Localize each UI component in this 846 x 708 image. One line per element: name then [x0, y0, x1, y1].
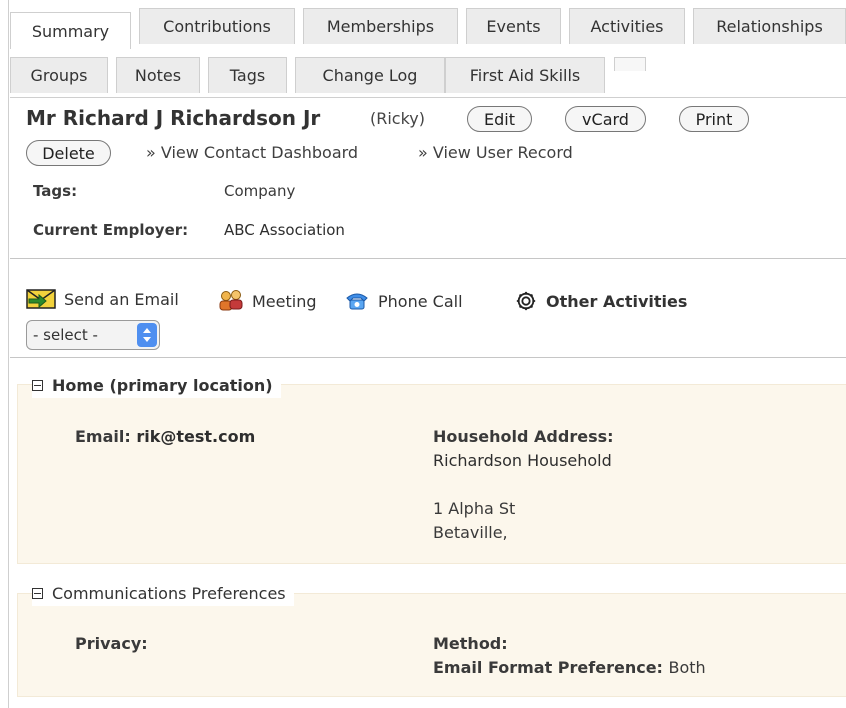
tabs-baseline	[10, 97, 846, 98]
home-location-panel	[17, 384, 846, 564]
contact-nickname: (Ricky)	[370, 109, 426, 128]
send-email-action[interactable]: Send an Email	[26, 288, 179, 310]
people-icon	[219, 290, 243, 311]
email-label: Email: rik@test.com	[75, 427, 256, 446]
email-format-label: Email Format Preference: Both	[433, 658, 706, 677]
current-employer-label: Current Employer:	[33, 221, 189, 239]
view-contact-dashboard-link[interactable]: » View Contact Dashboard	[146, 143, 358, 162]
phone-call-label: Phone Call	[378, 291, 463, 311]
contact-name: Mr Richard J Richardson Jr	[26, 106, 321, 130]
home-location-title: Home (primary location)	[52, 375, 273, 395]
activity-type-select[interactable]: - select -	[26, 320, 160, 350]
privacy-label: Privacy:	[75, 634, 148, 653]
meeting-action[interactable]: Meeting	[218, 290, 317, 312]
delete-button[interactable]: Delete	[26, 140, 111, 166]
gear-icon	[516, 291, 536, 311]
home-location-legend[interactable]: Home (primary location)	[32, 372, 281, 398]
view-user-record-link[interactable]: » View User Record	[418, 143, 573, 162]
send-email-label: Send an Email	[64, 289, 179, 309]
tab-empty[interactable]	[614, 57, 646, 71]
tab-summary[interactable]: Summary	[10, 12, 131, 49]
street-address: 1 Alpha St	[433, 499, 516, 518]
telephone-icon	[346, 293, 368, 310]
current-employer-link[interactable]: ABC Association	[224, 221, 345, 239]
print-button[interactable]: Print	[679, 106, 749, 132]
select-stepper-icon	[137, 323, 157, 347]
other-activities-label: Other Activities	[546, 291, 688, 311]
tab-memberships[interactable]: Memberships	[303, 8, 458, 44]
phone-call-action[interactable]: Phone Call	[344, 290, 463, 312]
edit-button[interactable]: Edit	[467, 106, 532, 132]
tags-label: Tags:	[33, 182, 78, 200]
tags-value: Company	[224, 182, 296, 200]
divider-top	[10, 258, 846, 259]
collapse-icon[interactable]	[32, 379, 43, 391]
tab-notes[interactable]: Notes	[116, 57, 200, 93]
communications-title: Communications Preferences	[52, 583, 286, 603]
tab-change-log[interactable]: Change Log	[295, 57, 445, 93]
email-format-value: Both	[668, 658, 706, 677]
communications-legend[interactable]: Communications Preferences	[32, 580, 294, 606]
tab-relationships[interactable]: Relationships	[693, 8, 846, 44]
other-activities-action[interactable]: Other Activities	[514, 290, 687, 312]
method-label: Method:	[433, 634, 508, 653]
tab-activities[interactable]: Activities	[569, 8, 685, 44]
meeting-label: Meeting	[252, 291, 317, 311]
tab-contributions[interactable]: Contributions	[139, 8, 295, 44]
tab-groups[interactable]: Groups	[10, 57, 108, 93]
left-border	[8, 0, 9, 708]
email-link[interactable]: rik@test.com	[136, 427, 255, 446]
tab-first-aid-skills[interactable]: First Aid Skills	[445, 57, 605, 93]
tab-events[interactable]: Events	[466, 8, 561, 44]
collapse-icon[interactable]	[32, 587, 43, 599]
divider-middle	[10, 357, 846, 358]
vcard-button[interactable]: vCard	[565, 106, 646, 132]
envelope-arrow-icon	[26, 289, 56, 309]
household-name-link[interactable]: Richardson Household	[433, 451, 612, 470]
tab-tags[interactable]: Tags	[208, 57, 287, 93]
household-address-label: Household Address:	[433, 427, 614, 446]
city: Betaville,	[433, 523, 508, 542]
activity-select-value: - select -	[33, 326, 98, 344]
